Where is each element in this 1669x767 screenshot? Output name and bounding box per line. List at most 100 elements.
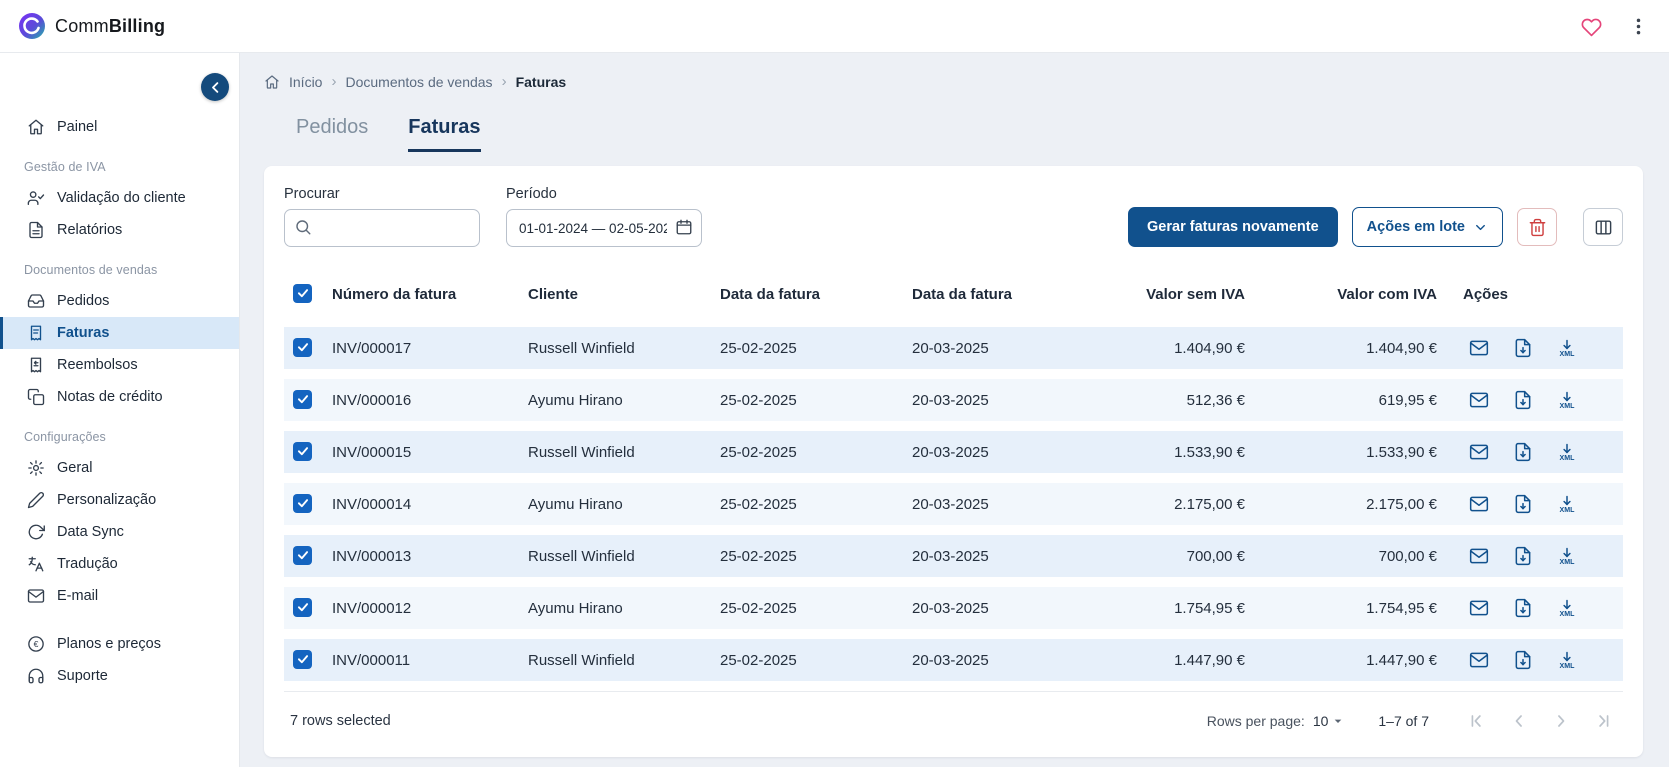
calendar-icon[interactable]	[675, 218, 693, 236]
sidebar-item-suporte[interactable]: Suporte	[0, 660, 239, 692]
sidebar-item-pedidos[interactable]: Pedidos	[0, 285, 239, 317]
download-pdf-icon[interactable]	[1513, 494, 1533, 514]
table-row[interactable]: INV/000013Russell Winfield25-02-202520-0…	[284, 535, 1623, 577]
send-email-icon[interactable]	[1469, 598, 1489, 618]
download-xml-icon[interactable]: XML	[1557, 390, 1577, 410]
client-name: Russell Winfield	[528, 548, 720, 565]
table-row[interactable]: INV/000014Ayumu Hirano25-02-202520-03-20…	[284, 483, 1623, 525]
row-checkbox[interactable]	[293, 598, 312, 617]
download-xml-icon[interactable]: XML	[1557, 494, 1577, 514]
download-pdf-icon[interactable]	[1513, 338, 1533, 358]
home-icon	[27, 118, 45, 136]
regenerate-invoices-button[interactable]: Gerar faturas novamente	[1128, 207, 1338, 247]
sidebar-item-personalizacao[interactable]: Personalização	[0, 484, 239, 516]
invoice-date-2: 20-03-2025	[912, 340, 1081, 357]
row-checkbox[interactable]	[293, 338, 312, 357]
breadcrumb: Início Documentos de vendas Faturas	[264, 73, 1643, 90]
column-header-net-amount[interactable]: Valor sem IVA	[1081, 286, 1271, 303]
download-xml-icon[interactable]: XML	[1557, 546, 1577, 566]
sidebar-item-reembolsos[interactable]: Reembolsos	[0, 349, 239, 381]
tab-faturas[interactable]: Faturas	[408, 116, 480, 152]
credit-note-icon	[27, 388, 45, 406]
next-page-icon[interactable]	[1547, 707, 1575, 735]
table-row[interactable]: INV/000016Ayumu Hirano25-02-202520-03-20…	[284, 379, 1623, 421]
row-checkbox[interactable]	[293, 546, 312, 565]
download-pdf-icon[interactable]	[1513, 650, 1533, 670]
brand-name: CommBilling	[55, 16, 165, 37]
invoice-date-2: 20-03-2025	[912, 652, 1081, 669]
sidebar-item-traducao[interactable]: Tradução	[0, 548, 239, 580]
column-header-invoice-date[interactable]: Data da fatura	[720, 286, 912, 303]
download-xml-icon[interactable]: XML	[1557, 598, 1577, 618]
column-header-client[interactable]: Cliente	[528, 286, 720, 303]
svg-text:XML: XML	[1560, 506, 1576, 514]
send-email-icon[interactable]	[1469, 546, 1489, 566]
send-email-icon[interactable]	[1469, 442, 1489, 462]
pricing-icon: €	[27, 635, 45, 653]
column-header-invoice-date-2[interactable]: Data da fatura	[912, 286, 1081, 303]
download-xml-icon[interactable]: XML	[1557, 650, 1577, 670]
first-page-icon[interactable]	[1463, 707, 1491, 735]
send-email-icon[interactable]	[1469, 494, 1489, 514]
batch-actions-button[interactable]: Ações em lote	[1352, 207, 1503, 247]
sidebar-item-geral[interactable]: Geral	[0, 452, 239, 484]
sidebar-item-painel[interactable]: Painel	[0, 111, 239, 143]
sidebar-item-label: Pedidos	[57, 293, 109, 309]
download-pdf-icon[interactable]	[1513, 390, 1533, 410]
download-pdf-icon[interactable]	[1513, 598, 1533, 618]
row-checkbox[interactable]	[293, 650, 312, 669]
rows-per-page-select[interactable]: 10	[1313, 713, 1347, 729]
breadcrumb-item-documentos-de-vendas[interactable]: Documentos de vendas	[345, 74, 492, 90]
sidebar-item-notas-de-credito[interactable]: Notas de crédito	[0, 381, 239, 413]
invoice-date: 25-02-2025	[720, 444, 912, 461]
row-checkbox[interactable]	[293, 442, 312, 461]
download-xml-icon[interactable]: XML	[1557, 442, 1577, 462]
send-email-icon[interactable]	[1469, 390, 1489, 410]
invoice-number: INV/000011	[332, 652, 528, 669]
sidebar-item-data-sync[interactable]: Data Sync	[0, 516, 239, 548]
table-row[interactable]: INV/000011Russell Winfield25-02-202520-0…	[284, 639, 1623, 681]
previous-page-icon[interactable]	[1505, 707, 1533, 735]
sidebar-collapse-button[interactable]	[201, 73, 229, 101]
period-input[interactable]	[506, 209, 702, 247]
column-header-gross-amount[interactable]: Valor com IVA	[1271, 286, 1463, 303]
send-email-icon[interactable]	[1469, 650, 1489, 670]
last-page-icon[interactable]	[1589, 707, 1617, 735]
sidebar-item-planos-e-precos[interactable]: €Planos e preços	[0, 628, 239, 660]
sidebar-item-validacao-do-cliente[interactable]: Validação do cliente	[0, 182, 239, 214]
sidebar-item-label: Relatórios	[57, 222, 122, 238]
table-row[interactable]: INV/000017Russell Winfield25-02-202520-0…	[284, 327, 1623, 369]
invoice-number: INV/000012	[332, 600, 528, 617]
sidebar-item-relatorios[interactable]: Relatórios	[0, 214, 239, 246]
send-email-icon[interactable]	[1469, 338, 1489, 358]
row-actions: XML	[1463, 442, 1623, 462]
download-pdf-icon[interactable]	[1513, 442, 1533, 462]
delete-selected-button[interactable]	[1517, 208, 1557, 246]
breadcrumb-item-inicio[interactable]: Início	[289, 74, 322, 90]
brand: CommBilling	[18, 12, 165, 40]
more-options-kebab-icon[interactable]	[1626, 14, 1651, 39]
client-name: Russell Winfield	[528, 340, 720, 357]
tab-pedidos[interactable]: Pedidos	[296, 116, 368, 152]
svg-text:XML: XML	[1560, 454, 1576, 462]
sidebar-item-faturas[interactable]: Faturas	[0, 317, 239, 349]
sidebar-item-label: Personalização	[57, 492, 156, 508]
table-row[interactable]: INV/000015Russell Winfield25-02-202520-0…	[284, 431, 1623, 473]
select-all-checkbox[interactable]	[293, 284, 312, 303]
column-header-invoice-number[interactable]: Número da fatura	[332, 286, 528, 303]
download-pdf-icon[interactable]	[1513, 546, 1533, 566]
download-xml-icon[interactable]: XML	[1557, 338, 1577, 358]
sidebar-item-e-mail[interactable]: E-mail	[0, 580, 239, 612]
rows-selected-text: 7 rows selected	[290, 713, 391, 729]
row-checkbox[interactable]	[293, 390, 312, 409]
rows-per-page-value: 10	[1313, 713, 1329, 729]
client-name: Russell Winfield	[528, 444, 720, 461]
row-checkbox[interactable]	[293, 494, 312, 513]
net-amount: 1.533,90 €	[1081, 444, 1271, 461]
favorites-heart-icon[interactable]	[1579, 14, 1604, 39]
home-icon[interactable]	[264, 74, 280, 90]
search-input[interactable]	[284, 209, 480, 247]
table-row[interactable]: INV/000012Ayumu Hirano25-02-202520-03-20…	[284, 587, 1623, 629]
column-settings-button[interactable]	[1583, 208, 1623, 246]
invoice-date: 25-02-2025	[720, 392, 912, 409]
